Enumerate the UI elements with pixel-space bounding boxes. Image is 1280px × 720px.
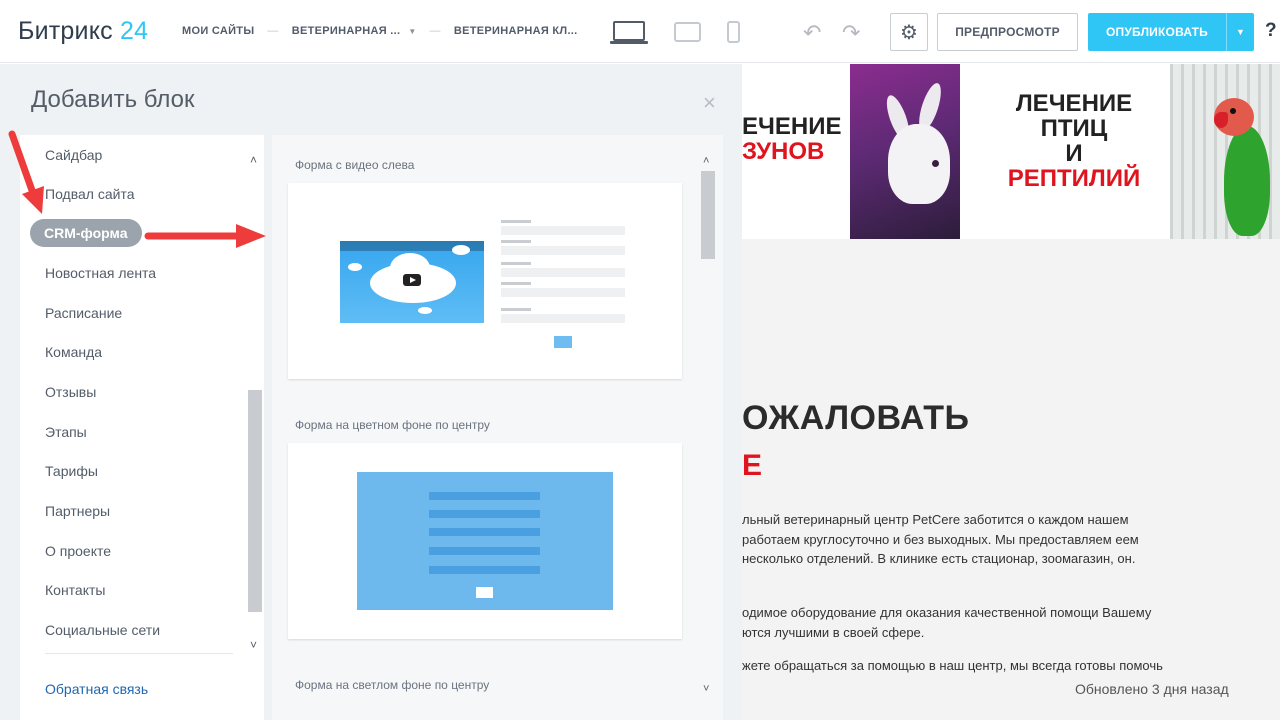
logo-number: 24 [119, 17, 149, 45]
block-card-colored-center[interactable] [288, 443, 682, 639]
site-preview: ЕЧЕНИЕ ЗУНОВ ЛЕЧЕНИЕ ПТИЦ И РЕПТИЛИЙ ОЖА… [742, 64, 1280, 720]
menu-item-schedule[interactable]: Расписание [45, 305, 122, 321]
chevron-down-icon[interactable]: ▼ [408, 27, 416, 36]
banner-right-text: ЛЕЧЕНИЕ ПТИЦ И РЕПТИЛИЙ [990, 91, 1158, 191]
menu-item-tariffs[interactable]: Тарифы [45, 463, 98, 479]
site-paragraph-3: жете обращаться за помощью в наш центр, … [742, 658, 1163, 673]
block-preview-list: Форма с видео слева Форма на цветном фон… [272, 135, 723, 720]
banner-left-text: ЕЧЕНИЕ ЗУНОВ [742, 114, 850, 164]
menu-item-partners[interactable]: Партнеры [45, 503, 110, 519]
feedback-link[interactable]: Обратная связь [45, 681, 148, 697]
banner-left-line2: ЗУНОВ [742, 138, 825, 165]
menu-item-contacts[interactable]: Контакты [45, 582, 105, 598]
gear-icon: ⚙ [900, 21, 918, 44]
play-icon [403, 274, 421, 286]
block-title-video-left: Форма с видео слева [295, 158, 415, 172]
block-card-video-left[interactable] [288, 183, 682, 379]
banner-right-line4: РЕПТИЛИЙ [1007, 165, 1141, 192]
banner-right-line1: ЛЕЧЕНИЕ [1015, 90, 1133, 117]
site-paragraph-1: льный ветеринарный центр PetCere заботит… [742, 512, 1139, 566]
undo-icon[interactable]: ↶ [803, 20, 821, 46]
site-welcome-red: Е [742, 449, 763, 482]
tablet-view-icon[interactable] [674, 22, 701, 42]
redo-icon[interactable]: ↷ [842, 20, 860, 46]
rabbit-image [850, 64, 960, 239]
menu-item-reviews[interactable]: Отзывы [45, 384, 96, 400]
breadcrumb-page[interactable]: ВЕТЕРИНАРНАЯ КЛ... [454, 25, 578, 37]
site-banner: ЕЧЕНИЕ ЗУНОВ ЛЕЧЕНИЕ ПТИЦ И РЕПТИЛИЙ [742, 64, 1280, 239]
breadcrumb: МОИ САЙТЫ — ВЕТЕРИНАРНАЯ ... ▼ — ВЕТЕРИН… [182, 25, 578, 37]
menu-item-stages[interactable]: Этапы [45, 424, 87, 440]
close-icon[interactable]: × [703, 90, 716, 116]
breadcrumb-site[interactable]: ВЕТЕРИНАРНАЯ ... [292, 25, 401, 37]
menu-item-news[interactable]: Новостная лента [45, 265, 156, 281]
block-category-menu: Сайдбар Подвал сайта CRM-форма Новостная… [20, 135, 264, 720]
publish-dropdown-button[interactable]: ▼ [1226, 13, 1254, 51]
chevron-down-icon: ▼ [1236, 27, 1245, 37]
breadcrumb-my-sites[interactable]: МОИ САЙТЫ [182, 25, 254, 37]
top-toolbar: Битрикс 24 МОИ САЙТЫ — ВЕТЕРИНАРНАЯ ... … [0, 0, 1280, 63]
menu-divider [45, 653, 233, 654]
chevron-down-icon[interactable]: ˅ [703, 683, 709, 695]
menu-item-social[interactable]: Социальные сети [45, 622, 160, 638]
chevron-up-icon[interactable]: ˄ [703, 155, 709, 167]
settings-button[interactable]: ⚙ [890, 13, 928, 51]
desktop-view-icon[interactable] [610, 19, 648, 45]
publish-button[interactable]: ОПУБЛИКОВАТЬ [1088, 13, 1226, 51]
chevron-up-icon[interactable]: ˄ [250, 153, 257, 167]
banner-left-line1: ЕЧЕНИЕ [742, 113, 842, 140]
parrot-image [1170, 64, 1280, 239]
mobile-view-icon[interactable] [727, 21, 740, 43]
menu-scrollbar[interactable] [248, 390, 262, 612]
block-title-light-center: Форма на светлом фоне по центру [295, 678, 490, 692]
menu-item-about[interactable]: О проекте [45, 543, 111, 559]
panel-title: Добавить блок [31, 86, 195, 113]
menu-item-footer[interactable]: Подвал сайта [45, 186, 134, 202]
menu-item-sidebar[interactable]: Сайдбар [45, 147, 102, 163]
banner-right-line3: И [1065, 140, 1083, 167]
block-title-colored-center: Форма на цветном фоне по центру [295, 418, 490, 432]
preview-button[interactable]: ПРЕДПРОСМОТР [937, 13, 1078, 51]
bitrix24-logo[interactable]: Битрикс 24 [18, 17, 148, 46]
updated-label: Обновлено 3 дня назад [1075, 681, 1229, 697]
video-thumbnail [340, 241, 484, 323]
site-welcome-heading: ОЖАЛОВАТЬ [742, 399, 970, 437]
menu-item-crm-form[interactable]: CRM-форма [30, 219, 142, 247]
chevron-down-icon[interactable]: ˅ [250, 638, 257, 652]
logo-text: Битрикс [18, 17, 113, 45]
blue-form-preview [357, 472, 613, 610]
menu-item-team[interactable]: Команда [45, 344, 102, 360]
blocks-scrollbar[interactable] [701, 171, 715, 259]
help-button[interactable]: ? [1265, 20, 1277, 42]
banner-right-line2: ПТИЦ [1040, 115, 1108, 142]
site-paragraph-2: одимое оборудование для оказания качеств… [742, 605, 1152, 640]
